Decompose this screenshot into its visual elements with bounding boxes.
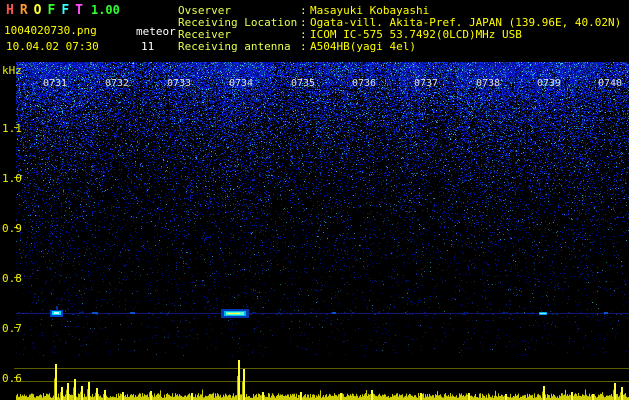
y-tick-label: 1.0 [2,172,22,185]
app-version: 1.00 [90,3,120,17]
y-tick-label: 0.7 [2,322,22,335]
x-tick-label: 0737 [413,78,439,89]
y-axis-unit: kHz [2,64,22,77]
x-tick-label: 0738 [475,78,501,89]
mode-label: meteor [136,25,176,38]
x-tick-label: 0733 [166,78,192,89]
logo-letter: T [75,3,83,18]
y-tick-label: 0.8 [2,272,22,285]
x-tick-label: 0739 [536,78,562,89]
x-tick-label: 0736 [351,78,377,89]
x-tick-label: 0740 [597,78,623,89]
logo-letter: F [61,3,70,18]
x-tick-label: 0732 [104,78,130,89]
y-tick-label: 0.9 [2,222,22,235]
output-filename: 1004020730.png [4,24,97,37]
x-tick-label: 0735 [290,78,316,89]
antenna-row: Receiving antenna: A504HB(yagi 4el) [178,41,621,53]
amplitude-canvas [0,356,629,400]
meteor-count: 11 [141,40,155,53]
hrofft-screen: H R O F F T 1.00 1004020730.png meteor 10.04.0… [0,0,629,400]
logo-letter: R [19,3,28,18]
colon: : [300,40,307,53]
y-tick-label: 0.6 [2,372,22,385]
y-tick-label: 1.1 [2,122,22,135]
app-logo: H R O F F T 1.00 [6,3,120,18]
x-tick-label: 0731 [42,78,68,89]
spectrogram-canvas [0,62,629,356]
logo-letter: F [47,3,56,18]
antenna-label: Receiving antenna [178,40,291,53]
station-info-block: Ovserver: Masayuki Kobayashi Receiving Lo… [178,5,621,53]
logo-letter: H [6,3,14,18]
logo-letter: O [33,3,42,18]
x-tick-label: 0734 [228,78,254,89]
record-datetime: 10.04.02 07:30 [6,40,99,53]
antenna-value: A504HB(yagi 4el) [310,40,416,53]
